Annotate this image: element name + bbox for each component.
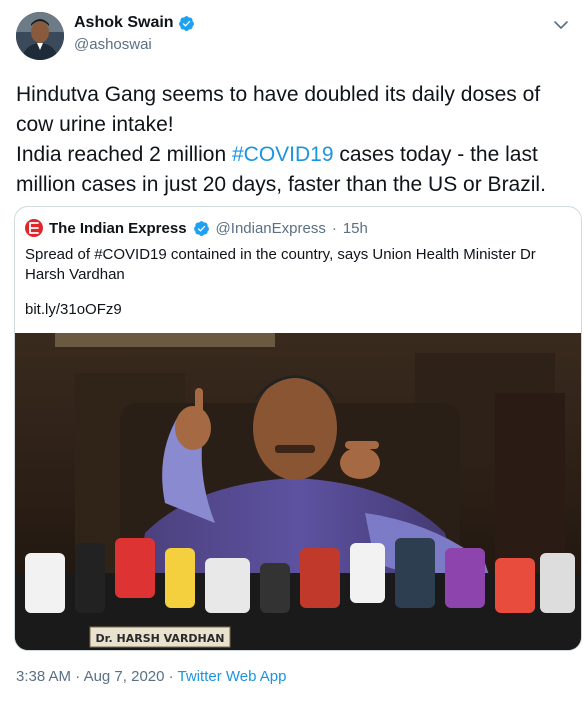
chevron-down-icon[interactable] — [552, 16, 570, 34]
tweet-source-link[interactable]: Twitter Web App — [178, 668, 287, 685]
tweet-date[interactable]: Aug 7, 2020 — [84, 668, 165, 685]
press-conference-photo[interactable]: Dr. HARSH VARDHAN — [15, 333, 581, 650]
tweet-line-2: India reached 2 million #COVID19 cases t… — [16, 140, 576, 200]
tweet-meta: 3:38 AM · Aug 7, 2020 · Twitter Web App — [16, 668, 287, 685]
tweet-text: Hindutva Gang seems to have doubled its … — [16, 80, 576, 200]
separator-dot: · — [331, 219, 337, 237]
quoted-tweet-card[interactable]: The Indian Express @IndianExpress · 15h … — [14, 206, 582, 651]
verified-badge-icon — [193, 220, 209, 236]
separator-dot: · — [75, 668, 81, 685]
quoted-time: 15h — [342, 219, 368, 237]
avatar-image — [16, 12, 64, 60]
quoted-tweet-header: The Indian Express @IndianExpress · 15h — [25, 219, 368, 237]
quoted-tweet-text: Spread of #COVID19 contained in the coun… — [25, 246, 536, 283]
author-block[interactable]: Ashok Swain @ashoswai — [74, 14, 195, 53]
indian-express-logo-icon — [25, 219, 43, 237]
avatar[interactable] — [16, 12, 64, 60]
hashtag-link[interactable]: #COVID19 — [232, 143, 334, 166]
tweet-time[interactable]: 3:38 AM — [16, 668, 71, 685]
author-handle[interactable]: @ashoswai — [74, 36, 195, 53]
tweet-line-1: Hindutva Gang seems to have doubled its … — [16, 83, 541, 136]
author-name[interactable]: Ashok Swain — [74, 14, 174, 32]
quoted-author-name: The Indian Express — [49, 219, 187, 237]
tweet-text-part: India reached 2 million — [16, 143, 232, 166]
separator-dot: · — [168, 668, 174, 685]
quoted-tweet-link[interactable]: bit.ly/31oOFz9 — [25, 301, 122, 318]
verified-badge-icon — [178, 15, 194, 31]
nameplate-text: Dr. HARSH VARDHAN — [96, 632, 225, 645]
quoted-author-handle: @IndianExpress — [215, 219, 326, 237]
